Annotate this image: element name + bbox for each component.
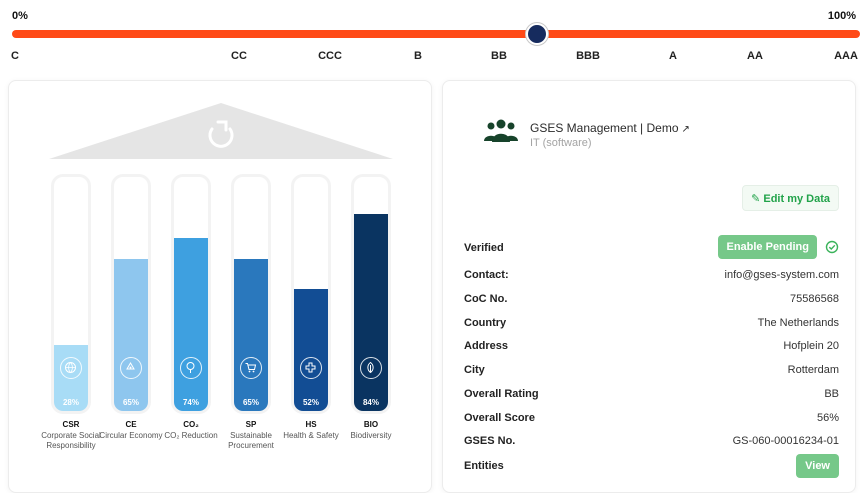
row-entities: Entities View: [464, 454, 839, 478]
external-link-icon: ↗: [681, 124, 690, 135]
pillar-code: CSR: [62, 420, 80, 429]
grade-label: BBB: [576, 50, 600, 62]
check-circle-icon: [825, 240, 839, 254]
grade-label: AAA: [834, 50, 858, 62]
pillar-ce[interactable]: 65% CE Circular Economy: [99, 174, 163, 441]
pillar-track: 65%: [111, 174, 151, 414]
coc-label: CoC No.: [464, 293, 508, 305]
company-name-link[interactable]: GSES Management | Demo ↗: [530, 121, 690, 135]
scale-min-label: 0%: [12, 10, 28, 22]
cart-icon: [240, 357, 262, 379]
address-value: Hofplein 20: [783, 340, 839, 352]
globe-icon: [60, 357, 82, 379]
rating-scale: 0% 100% C CC CCC B BB BBB A AA AAA: [0, 0, 860, 70]
overall-rating-value: BB: [824, 388, 839, 400]
row-overall-score: Overall Score 56%: [464, 410, 839, 428]
entities-label: Entities: [464, 460, 504, 472]
grade-label: CCC: [318, 50, 342, 62]
pillar-bio[interactable]: 84% BIO Biodiversity: [351, 174, 391, 441]
overall-rating-label: Overall Rating: [464, 388, 539, 400]
pillar-code: HS: [305, 420, 317, 429]
pillar-track: 84%: [351, 174, 391, 414]
pillar-fill: [354, 214, 388, 411]
grade-label: A: [669, 50, 677, 62]
pillar-name: Biodiversity: [350, 431, 392, 440]
edit-my-data-button[interactable]: ✎ Edit my Data: [742, 185, 839, 211]
tree-icon: [180, 357, 202, 379]
company-name: GSES Management | Demo: [530, 121, 679, 135]
verified-label: Verified: [464, 242, 504, 254]
health-icon: [300, 357, 322, 379]
pillar-co2[interactable]: 74% CO₂ CO₂ Reduction: [164, 174, 218, 441]
gses-no-value: GS-060-00016234-01: [732, 435, 839, 447]
row-coc: CoC No. 75586568: [464, 291, 839, 309]
enable-pending-button[interactable]: Enable Pending: [718, 235, 817, 259]
overall-score-label: Overall Score: [464, 412, 535, 424]
pillar-hs[interactable]: 52% HS Health & Safety: [283, 174, 339, 441]
rating-slider-handle[interactable]: [526, 23, 548, 45]
row-overall-rating: Overall Rating BB: [464, 386, 839, 404]
leaf-icon: [360, 357, 382, 379]
users-group-icon: [484, 119, 518, 142]
grade-label: B: [414, 50, 422, 62]
temple-roof: [49, 103, 393, 159]
pillar-percent: 65%: [122, 398, 139, 407]
pencil-icon: ✎: [751, 193, 761, 205]
pillar-percent: 74%: [182, 398, 199, 407]
pillar-fill: [174, 237, 208, 411]
contact-label: Contact:: [464, 269, 509, 281]
pillar-track: 52%: [291, 174, 331, 414]
pillar-code: CE: [125, 420, 137, 429]
row-contact: Contact: info@gses-system.com: [464, 267, 839, 285]
contact-email: info@gses-system.com: [724, 269, 839, 281]
recycle-icon: [120, 357, 142, 379]
pillar-code: CO₂: [183, 420, 199, 429]
pillar-track: 74%: [171, 174, 211, 414]
pillar-fill: [114, 258, 148, 411]
company-details-card: GSES Management | Demo ↗ IT (software) ✎ E…: [442, 80, 856, 493]
row-city: City Rotterdam: [464, 362, 839, 380]
pillar-fill: [234, 258, 268, 411]
pillar-fill: [294, 289, 328, 411]
row-verified: Verified Enable Pending: [464, 235, 839, 259]
pillar-track: 28%: [51, 174, 91, 414]
pillar-percent: 52%: [302, 398, 319, 407]
country-value: The Netherlands: [757, 317, 839, 329]
address-label: Address: [464, 340, 509, 352]
pillars-card: 28% CSR Corporate Social Responsibility …: [8, 80, 432, 493]
grade-label: CC: [231, 50, 247, 62]
country-label: Country: [464, 317, 507, 329]
row-gses-no: GSES No. GS-060-00016234-01: [464, 433, 839, 451]
view-entities-button[interactable]: View: [796, 454, 839, 478]
pillar-percent: 84%: [362, 398, 379, 407]
pillar-csr[interactable]: 28% CSR Corporate Social Responsibility: [41, 174, 101, 451]
company-sector: IT (software): [530, 137, 592, 149]
scale-max-label: 100%: [827, 10, 856, 22]
pillar-code: SP: [245, 420, 257, 429]
grade-label: C: [11, 50, 19, 62]
row-country: Country The Netherlands: [464, 315, 839, 333]
overall-score-value: 56%: [816, 412, 839, 424]
rating-track: [12, 30, 860, 38]
pillar-percent: 65%: [242, 398, 259, 407]
pillar-track: 65%: [231, 174, 271, 414]
pillar-code: BIO: [363, 420, 379, 429]
grade-label: BB: [491, 50, 507, 62]
city-label: City: [464, 364, 485, 376]
grade-label: AA: [747, 50, 763, 62]
pillar-percent: 28%: [62, 398, 79, 407]
gses-no-label: GSES No.: [464, 435, 516, 447]
city-value: Rotterdam: [787, 364, 839, 376]
row-address: Address Hofplein 20: [464, 338, 839, 356]
pillar-sp[interactable]: 65% SP Sustainable Procurement: [228, 174, 274, 451]
edit-button-label: Edit my Data: [763, 193, 830, 205]
coc-value: 75586568: [790, 293, 839, 305]
